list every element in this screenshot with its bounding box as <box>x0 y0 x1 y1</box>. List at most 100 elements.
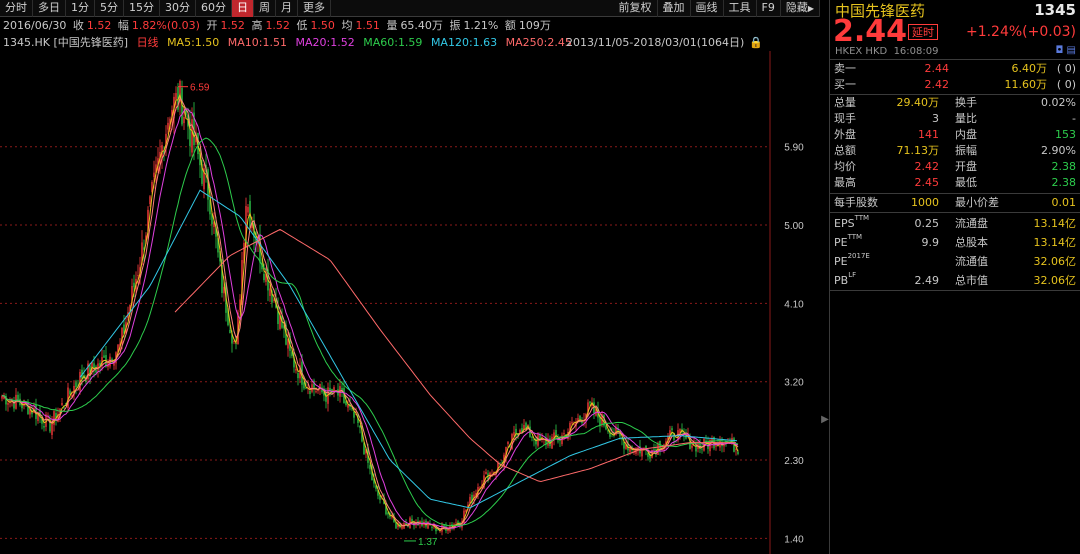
stat-label: 换手 <box>955 96 977 109</box>
y-tick-label: 3.20 <box>784 378 804 389</box>
candle-up <box>551 436 553 449</box>
quote-panel: 中国先锋医药 1345 2.44 延时 +1.24%(+0.03) HKEX H… <box>829 0 1080 554</box>
stat-value: 2.45 <box>914 176 940 189</box>
panel-view-icons[interactable]: ◘ ▤ <box>1055 45 1076 56</box>
tab-weekly[interactable]: 周 <box>254 0 276 17</box>
ma120-value: MA120:1.63 <box>430 36 498 49</box>
date-range[interactable]: 2013/11/05-2018/03/01(1064日) <box>566 35 744 51</box>
bid-label: 买一 <box>834 78 856 91</box>
overlay-button[interactable]: 叠加 <box>658 0 691 17</box>
symbol-label: 1345.HK [中国先锋医药] <box>3 36 129 49</box>
stat-value: 2.38 <box>1051 176 1077 189</box>
stat-label: 振幅 <box>955 144 977 157</box>
lot-row: 每手股数 1000 最小价差 0.01 <box>830 195 1080 211</box>
fundamental-row: PE2017E 流通值 32.06亿 <box>830 252 1080 271</box>
exchange-info: HKEX HKD 16:08:09 <box>835 46 938 57</box>
divider <box>830 193 1080 194</box>
period-label: 日线 <box>136 36 159 49</box>
stat-value: 2.42 <box>914 160 940 173</box>
fundamental-label-sup: TTM <box>847 233 863 241</box>
ask-count: ( 0) <box>1056 62 1076 75</box>
tick-size-value: 0.01 <box>1051 196 1077 209</box>
fundamental-label: PBLF <box>834 271 856 290</box>
tab-daily[interactable]: 日 <box>232 0 254 17</box>
candle-down <box>309 390 311 395</box>
divider <box>830 212 1080 213</box>
fundamental-label-sup: LF <box>848 271 857 279</box>
ma60-value: MA60:1.59 <box>363 36 423 49</box>
low-label: 低 <box>296 19 308 32</box>
stat-value: 71.13万 <box>896 144 940 157</box>
candle-down <box>75 382 77 388</box>
candle-up <box>137 275 139 276</box>
fundamental-label: 总股本 <box>955 236 988 249</box>
candlestick-chart[interactable]: 5.90 5.00 4.10 3.20 2.30 1.40 6.59 1.37 <box>0 51 820 554</box>
stat-label: 量比 <box>955 112 977 125</box>
y-tick-label: 5.90 <box>784 143 804 154</box>
ma-indicator-row: 1345.HK [中国先锋医药] 日线 MA5:1.50 MA10:1.51 M… <box>0 35 820 51</box>
candle-down <box>605 425 607 430</box>
tab-1min[interactable]: 1分 <box>66 0 95 17</box>
tab-30min[interactable]: 30分 <box>160 0 196 17</box>
tab-monthly[interactable]: 月 <box>276 0 298 17</box>
close-value: 1.52 <box>86 19 112 32</box>
ma20-value: MA20:1.52 <box>295 36 355 49</box>
stats-row: 最高 2.45 最低 2.38 <box>830 175 1080 191</box>
high-label: 高 <box>251 19 263 32</box>
bid-price: 2.42 <box>924 78 950 91</box>
hide-button[interactable]: 隐藏▶ <box>781 0 820 17</box>
candle-down <box>579 415 581 420</box>
candle-up <box>563 433 565 435</box>
stat-value: 3 <box>932 112 939 125</box>
candle-down <box>701 448 703 450</box>
bid-count: ( 0) <box>1056 78 1076 91</box>
candle-up <box>51 422 53 435</box>
stat-value: 153 <box>1055 128 1076 141</box>
tab-multi-day[interactable]: 多日 <box>33 0 66 17</box>
stat-value: 141 <box>918 128 939 141</box>
stat-value: 29.40万 <box>896 96 940 109</box>
tab-60min[interactable]: 60分 <box>196 0 232 17</box>
tab-more[interactable]: 更多 <box>298 0 331 17</box>
ma5-value: MA5:1.50 <box>167 36 220 49</box>
stat-label: 总额 <box>834 144 856 157</box>
f9-button[interactable]: F9 <box>757 0 781 17</box>
draw-line-button[interactable]: 画线 <box>691 0 724 17</box>
amplitude-label: 振 <box>449 19 461 32</box>
tools-button[interactable]: 工具 <box>724 0 757 17</box>
candle-up <box>507 442 509 444</box>
ma10-value: MA10:1.51 <box>227 36 287 49</box>
ma120-line <box>79 189 738 509</box>
fundamental-value: 2.49 <box>914 274 940 287</box>
ask-row: 卖一 2.44 6.40万 ( 0) <box>830 61 1080 77</box>
lock-icon[interactable]: 🔒 <box>749 35 763 51</box>
low-value: 1.50 <box>310 19 335 32</box>
stat-label: 内盘 <box>955 128 977 141</box>
fundamental-label: 总市值 <box>955 274 988 287</box>
fundamental-row: PBLF 2.49 总市值 32.06亿 <box>830 271 1080 290</box>
forward-adjust-button[interactable]: 前复权 <box>614 0 658 17</box>
tab-5min[interactable]: 5分 <box>95 0 124 17</box>
fundamental-value: 32.06亿 <box>1033 274 1077 287</box>
candle-up <box>149 196 151 205</box>
fundamental-label-sup: 2017E <box>847 252 870 260</box>
stat-value: 0.02% <box>1041 96 1076 109</box>
stat-label: 均价 <box>834 160 856 173</box>
candle-up <box>485 472 487 474</box>
stats-table: 总量 29.40万 换手 0.02% 现手 3 量比 - 外盘 141 内盘 1… <box>830 95 1080 191</box>
fundamental-label-text: PE <box>834 255 848 268</box>
price-change: +1.24%(+0.03) <box>965 24 1076 40</box>
tab-15min[interactable]: 15分 <box>124 0 160 17</box>
stats-row: 外盘 141 内盘 153 <box>830 127 1080 143</box>
delay-badge: 延时 <box>908 24 938 40</box>
stats-row: 总额 71.13万 振幅 2.90% <box>830 143 1080 159</box>
ask-label: 卖一 <box>834 62 856 75</box>
tab-intraday[interactable]: 分时 <box>0 0 33 17</box>
ask-price: 2.44 <box>924 62 950 75</box>
change-label: 幅 <box>117 19 129 32</box>
candle-up <box>691 445 693 448</box>
candle-up <box>333 387 335 392</box>
candle-up <box>153 172 155 177</box>
open-value: 1.52 <box>220 19 245 32</box>
fundamentals-table: EPSTTM 0.25 流通盘 13.14亿 PETTM 9.9 总股本 13.… <box>830 214 1080 290</box>
